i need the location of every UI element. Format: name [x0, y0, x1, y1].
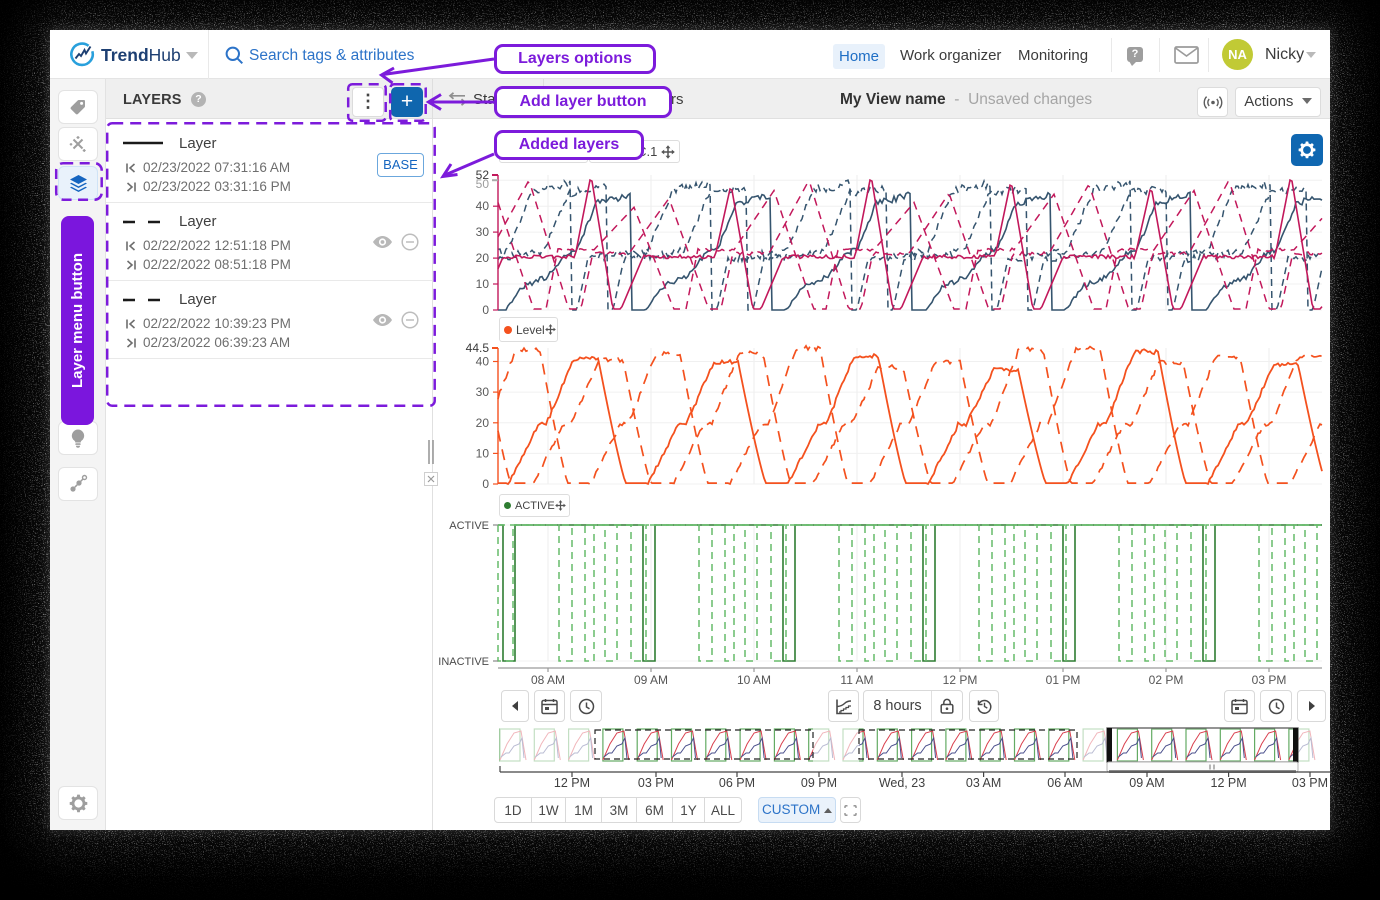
svg-text:01 PM: 01 PM [1046, 673, 1081, 687]
svg-text:09 AM: 09 AM [1129, 776, 1164, 790]
svg-text:12 PM: 12 PM [943, 673, 978, 687]
svg-text:Wed, 23: Wed, 23 [879, 776, 925, 790]
svg-text:06 AM: 06 AM [1047, 776, 1082, 790]
svg-text:03 PM: 03 PM [1292, 776, 1328, 790]
svg-text:11 AM: 11 AM [840, 673, 873, 687]
svg-text:12 PM: 12 PM [554, 776, 590, 790]
svg-text:08 AM: 08 AM [531, 673, 565, 687]
svg-text:40: 40 [476, 199, 490, 213]
svg-text:06 PM: 06 PM [719, 776, 755, 790]
svg-text:0: 0 [482, 477, 489, 491]
svg-text:02 PM: 02 PM [1149, 673, 1184, 687]
svg-text:10 AM: 10 AM [737, 673, 771, 687]
svg-text:44.5: 44.5 [466, 341, 490, 355]
svg-text:09 AM: 09 AM [634, 673, 668, 687]
svg-text:12 PM: 12 PM [1211, 776, 1247, 790]
svg-text:20: 20 [476, 251, 490, 265]
svg-text:INACTIVE: INACTIVE [438, 656, 489, 668]
svg-text:0: 0 [482, 303, 489, 317]
svg-text:03 PM: 03 PM [1252, 673, 1287, 687]
svg-text:30: 30 [476, 225, 490, 239]
svg-text:ACTIVE: ACTIVE [449, 520, 489, 532]
svg-text:03 AM: 03 AM [966, 776, 1001, 790]
svg-text:03 PM: 03 PM [638, 776, 674, 790]
svg-text:10: 10 [476, 277, 490, 291]
svg-text:30: 30 [476, 385, 490, 399]
svg-text:50: 50 [476, 177, 490, 191]
svg-text:20: 20 [476, 416, 490, 430]
svg-text:40: 40 [476, 355, 490, 369]
svg-text:09 PM: 09 PM [801, 776, 837, 790]
svg-text:10: 10 [476, 446, 490, 460]
